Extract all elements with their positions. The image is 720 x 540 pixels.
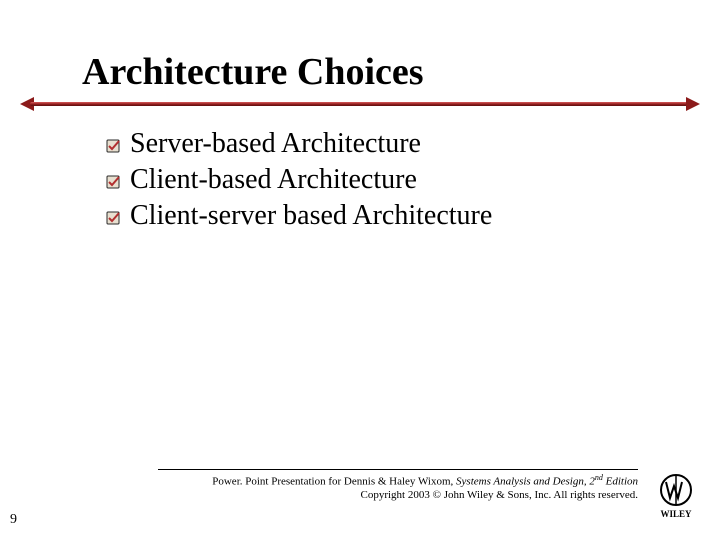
footer-prefix: Power. Point Presentation for Dennis & H… [212, 476, 456, 488]
page-number: 9 [10, 512, 17, 528]
wiley-logo: WILEY [652, 472, 700, 520]
footer-edition-suffix: nd [595, 473, 603, 482]
checkbox-icon [106, 175, 120, 189]
title-divider [30, 102, 690, 106]
footer-edition-word: Edition [603, 476, 638, 488]
checkbox-icon [106, 139, 120, 153]
list-item: Client-server based Architecture [106, 200, 492, 232]
list-item: Server-based Architecture [106, 128, 492, 160]
footer-line-2: Copyright 2003 © John Wiley & Sons, Inc.… [158, 489, 638, 503]
checkbox-icon [106, 211, 120, 225]
bullet-list: Server-based Architecture Client-based A… [106, 128, 492, 236]
footer-divider [158, 469, 638, 470]
divider-arrow-right-icon [686, 97, 700, 111]
bullet-text: Server-based Architecture [130, 128, 421, 160]
footer-credit: Power. Point Presentation for Dennis & H… [158, 473, 638, 503]
slide-title: Architecture Choices [82, 50, 424, 94]
bullet-text: Client-server based Architecture [130, 200, 492, 232]
list-item: Client-based Architecture [106, 164, 492, 196]
divider-line [30, 102, 690, 106]
footer-book-title: Systems Analysis and Design, [456, 476, 589, 488]
bullet-text: Client-based Architecture [130, 164, 417, 196]
slide: Architecture Choices Server-based Archit… [0, 0, 720, 540]
footer-line-1: Power. Point Presentation for Dennis & H… [158, 473, 638, 489]
svg-text:WILEY: WILEY [660, 509, 692, 519]
